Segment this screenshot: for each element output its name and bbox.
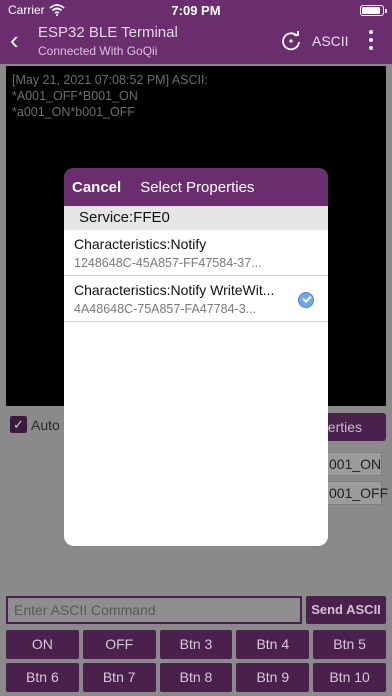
cancel-button[interactable]: Cancel: [72, 179, 121, 196]
macro-button-5[interactable]: Btn 5: [313, 630, 386, 659]
auto-label: Auto: [31, 416, 60, 433]
modal-title: Select Properties: [140, 178, 255, 196]
checkbox-icon[interactable]: ✓: [10, 416, 27, 433]
macro-button-off[interactable]: OFF: [82, 630, 156, 659]
ascii-mode-button[interactable]: ASCII: [312, 33, 349, 49]
macro-button-6[interactable]: Btn 6: [6, 663, 79, 692]
checkmark-icon: [298, 292, 314, 308]
back-chevron-icon[interactable]: ‹: [10, 27, 19, 53]
macro-button-9[interactable]: Btn 9: [236, 663, 310, 692]
battery-icon: [360, 4, 387, 16]
log-line: *a001_ON*b001_OFF: [12, 105, 135, 119]
macro-button-on[interactable]: ON: [6, 630, 79, 659]
button-grid: ON OFF Btn 3 Btn 4 Btn 5 Btn 6 Btn 7 Btn…: [6, 630, 386, 692]
command-box-off[interactable]: 001_OFF: [326, 481, 388, 505]
status-bar: Carrier 7:09 PM: [0, 0, 392, 20]
status-time: 7:09 PM: [171, 2, 221, 18]
connection-subtitle: Connected With GoQii: [38, 44, 158, 58]
command-box-on[interactable]: 001_ON: [326, 452, 382, 476]
log-line: [May 21, 2021 07:08:52 PM] ASCII:: [12, 73, 208, 87]
macro-button-10[interactable]: Btn 10: [313, 663, 386, 692]
macro-button-3[interactable]: Btn 3: [159, 630, 233, 659]
characteristic-uuid: 4A48648C-75A857-FA47784-3...: [74, 302, 257, 316]
refresh-icon[interactable]: [280, 30, 302, 52]
characteristic-uuid: 1248648C-45A857-FF47584-37...: [74, 256, 262, 270]
macro-button-7[interactable]: Btn 7: [82, 663, 156, 692]
characteristic-row[interactable]: Characteristics:Notify 1248648C-45A857-F…: [64, 230, 328, 276]
characteristic-name: Characteristics:Notify: [74, 236, 207, 252]
ascii-command-input[interactable]: Enter ASCII Command: [6, 596, 302, 624]
send-ascii-button[interactable]: Send ASCII: [306, 596, 386, 624]
page-title: ESP32 BLE Terminal: [38, 24, 178, 41]
select-properties-modal: Cancel Select Properties Service:FFE0 Ch…: [64, 168, 328, 546]
service-header: Service:FFE0: [64, 206, 328, 230]
more-options-icon[interactable]: [366, 28, 376, 52]
auto-scroll-toggle[interactable]: ✓ Auto: [10, 416, 60, 433]
macro-button-8[interactable]: Btn 8: [159, 663, 233, 692]
modal-header: Cancel Select Properties: [64, 168, 328, 206]
characteristic-row-selected[interactable]: Characteristics:Notify WriteWit... 4A486…: [64, 276, 328, 322]
nav-bar: ‹ ESP32 BLE Terminal Connected With GoQi…: [0, 20, 392, 64]
characteristic-name: Characteristics:Notify WriteWit...: [74, 282, 275, 298]
macro-button-4[interactable]: Btn 4: [236, 630, 310, 659]
log-line: *A001_OFF*B001_ON: [12, 89, 138, 103]
top-bar: Carrier 7:09 PM ‹ ESP32 BLE Terminal Con…: [0, 0, 392, 64]
